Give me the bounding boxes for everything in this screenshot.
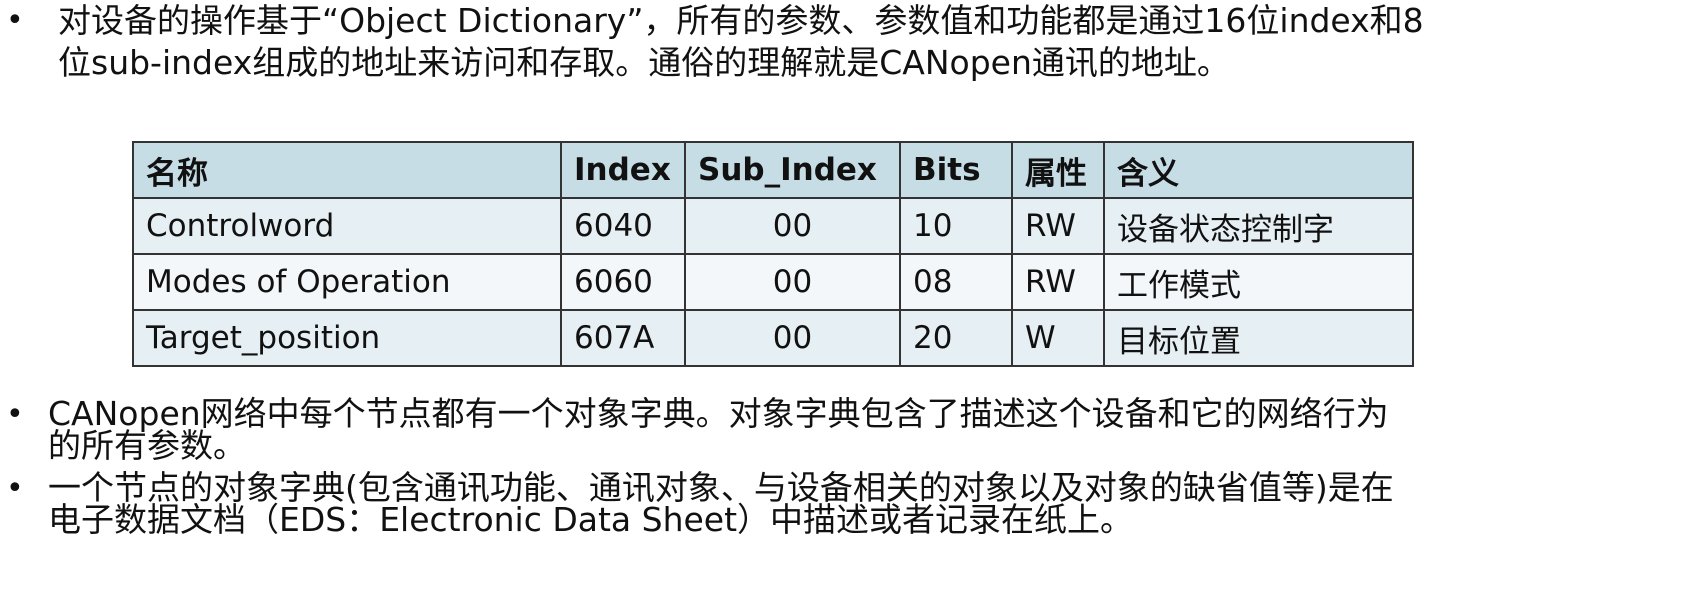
cell-sub-index: 00: [684, 309, 901, 367]
cell-name: Target_position: [132, 309, 562, 367]
cell-meaning: 目标位置: [1103, 309, 1414, 367]
header-index: Index: [560, 141, 686, 199]
header-meaning: 含义: [1103, 141, 1414, 199]
cell-sub-index: 00: [684, 253, 901, 311]
cell-attribute: W: [1011, 309, 1105, 367]
cell-index: 6060: [560, 253, 686, 311]
intro-line-1: 对设备的操作基于“Object Dictionary”，所有的参数、参数值和功能…: [58, 1, 1424, 40]
cell-index: 607A: [560, 309, 686, 367]
note-1-line-2: 的所有参数。: [48, 426, 246, 465]
cell-bits: 20: [899, 309, 1013, 367]
note-2-line-2: 电子数据文档（EDS：Electronic Data Sheet）中描述或者记录…: [48, 500, 1134, 539]
cell-index: 6040: [560, 197, 686, 255]
cell-attribute: RW: [1011, 253, 1105, 311]
cell-bits: 08: [899, 253, 1013, 311]
table-row: Modes of Operation 6060 00 08 RW 工作模式: [132, 253, 1414, 311]
cell-bits: 10: [899, 197, 1013, 255]
cell-sub-index: 00: [684, 197, 901, 255]
cell-name: Controlword: [132, 197, 562, 255]
table-header-row: 名称 Index Sub_Index Bits 属性 含义: [132, 141, 1414, 199]
note-1-line-1: CANopen网络中每个节点都有一个对象字典。对象字典包含了描述这个设备和它的网…: [48, 394, 1389, 433]
header-name: 名称: [132, 141, 562, 199]
header-sub-index: Sub_Index: [684, 141, 901, 199]
cell-meaning: 设备状态控制字: [1103, 197, 1414, 255]
bullet-marker: •: [6, 397, 24, 432]
intro-line-2: 位sub-index组成的地址来访问和存取。通俗的理解就是CANopen通讯的地…: [58, 43, 1230, 82]
header-bits: Bits: [899, 141, 1013, 199]
table-row: Controlword 6040 00 10 RW 设备状态控制字: [132, 197, 1414, 255]
bullet-marker: •: [6, 471, 24, 506]
table-row: Target_position 607A 00 20 W 目标位置: [132, 309, 1414, 367]
cell-meaning: 工作模式: [1103, 253, 1414, 311]
header-attribute: 属性: [1011, 141, 1105, 199]
object-dictionary-table: 名称 Index Sub_Index Bits 属性 含义 Controlwor…: [132, 141, 1414, 367]
bullet-marker: •: [6, 3, 24, 38]
cell-name: Modes of Operation: [132, 253, 562, 311]
cell-attribute: RW: [1011, 197, 1105, 255]
